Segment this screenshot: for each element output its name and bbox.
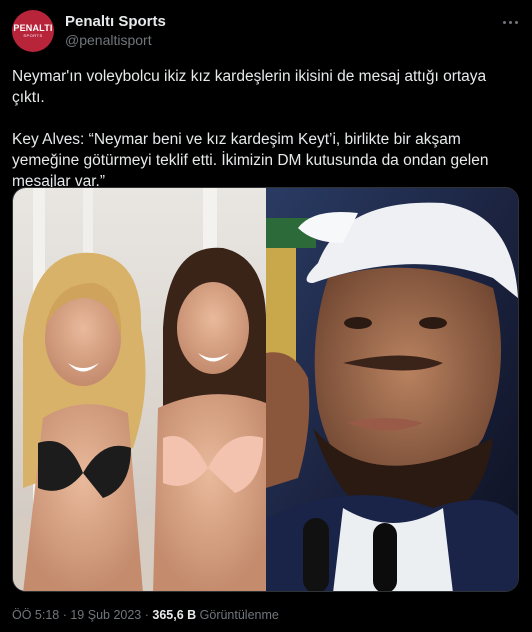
tweet-meta: ÖÖ 5:18 · 19 Şub 2023 · 365,6 B Görüntül… — [12, 608, 279, 622]
views-count: 365,6 B — [152, 608, 197, 622]
author-names: Penaltı Sports @penaltisport — [65, 12, 166, 50]
meta-separator: · — [59, 608, 71, 622]
handle[interactable]: @penaltisport — [65, 31, 166, 50]
tweet-photo — [13, 188, 518, 591]
tweet-paragraph-2: Key Alves: “Neymar beni ve kız kardeşim … — [12, 131, 493, 190]
tweet-media[interactable] — [12, 187, 519, 592]
tweet-time[interactable]: ÖÖ 5:18 — [12, 608, 59, 622]
display-name[interactable]: Penaltı Sports — [65, 12, 166, 31]
tweet-header: PENALTI SPORTS Penaltı Sports @penaltisp… — [12, 10, 520, 54]
views-label: Görüntülenme — [199, 608, 279, 622]
avatar-logo-sub: SPORTS — [23, 33, 43, 38]
tweet-card: PENALTI SPORTS Penaltı Sports @penaltisp… — [0, 0, 532, 632]
tweet-date[interactable]: 19 Şub 2023 — [70, 608, 141, 622]
meta-separator-2: · — [141, 608, 153, 622]
more-icon[interactable] — [500, 12, 520, 32]
avatar-logo-text: PENALTI — [13, 23, 53, 33]
avatar[interactable]: PENALTI SPORTS — [12, 10, 54, 52]
tweet-text: Neymar'ın voleybolcu ikiz kız kardeşleri… — [12, 66, 520, 192]
tweet-paragraph-1: Neymar'ın voleybolcu ikiz kız kardeşleri… — [12, 68, 491, 106]
